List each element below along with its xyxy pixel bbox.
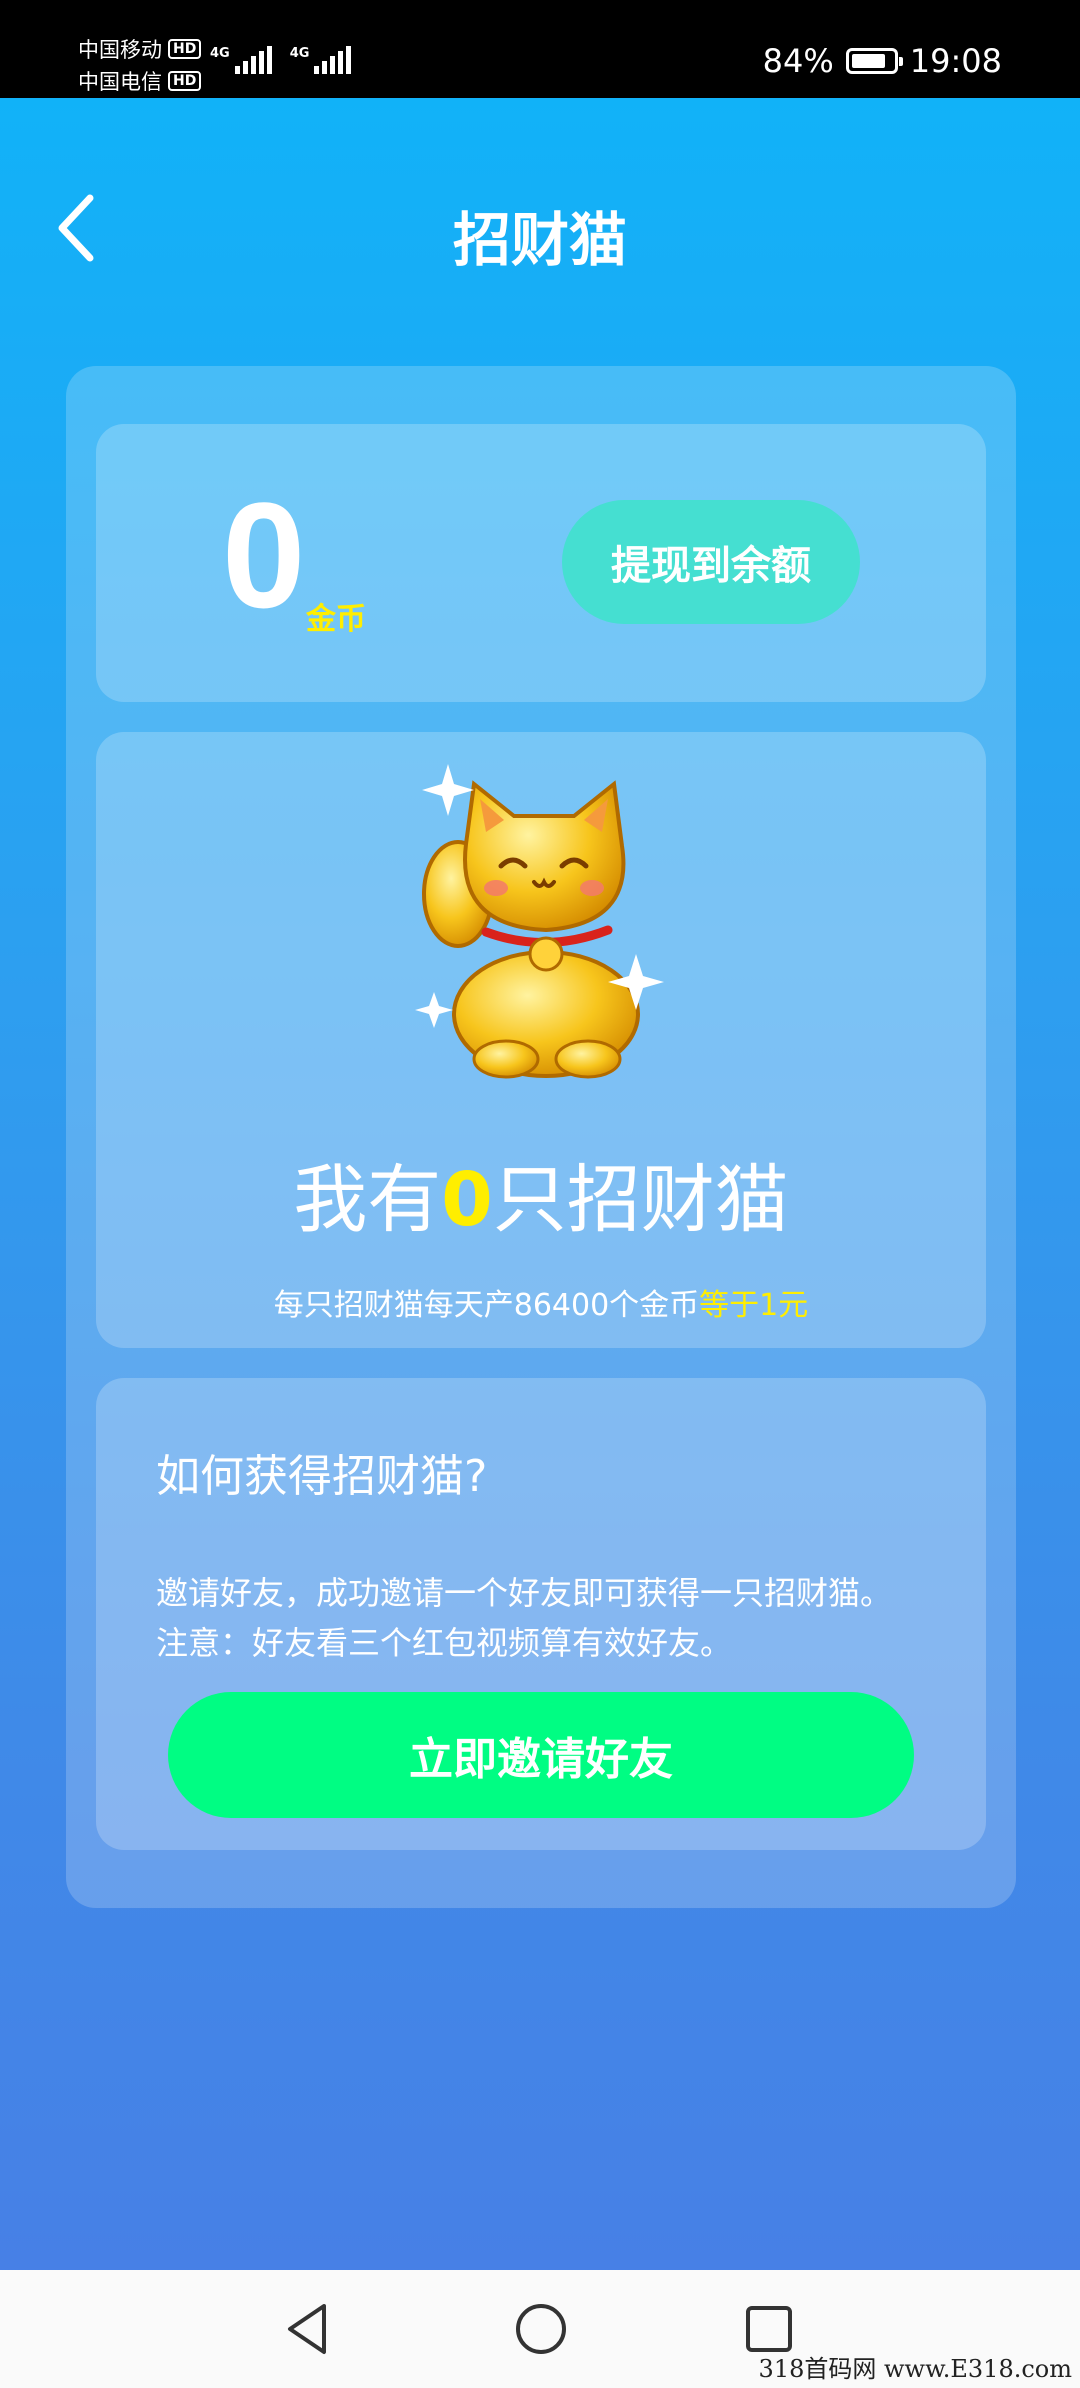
battery-percent: 84% bbox=[762, 42, 834, 80]
balance-panel: 0 金币 提现到余额 bbox=[96, 424, 986, 702]
coin-unit: 金币 bbox=[306, 602, 366, 637]
signal-icon: 4G bbox=[210, 46, 272, 74]
withdraw-button[interactable]: 提现到余额 bbox=[562, 500, 860, 624]
cat-description: 每只招财猫每天产86400个金币等于1元 bbox=[96, 1280, 986, 1324]
status-right: 84% 19:08 bbox=[763, 42, 1002, 80]
main-card: 0 金币 提现到余额 我有0只招财猫 每只招财猫每天产86400个金币等于1元 … bbox=[66, 366, 1016, 1908]
how-panel: 如何获得招财猫? 邀请好友，成功邀请一个好友即可获得一只招财猫。 注意：好友看三… bbox=[96, 1378, 986, 1850]
app-screen: 招财猫 0 金币 提现到余额 我有0只招财猫 每只招财猫每天产86400个金币等… bbox=[0, 98, 1080, 2270]
cat-count: 0 bbox=[441, 1157, 493, 1243]
cat-count-suffix: 只招财猫 bbox=[492, 1157, 789, 1243]
page-title: 招财猫 bbox=[452, 206, 627, 274]
network-type-1: 4G bbox=[210, 46, 230, 61]
cat-count-line: 我有0只招财猫 bbox=[96, 1140, 986, 1247]
status-bar: 中国移动 HD 中国电信 HD 4G 4G 84% 19:08 bbox=[0, 0, 1080, 98]
coin-balance: 0 bbox=[222, 471, 306, 639]
nav-home-button[interactable] bbox=[510, 2298, 572, 2360]
signal-indicators: 4G 4G bbox=[210, 46, 352, 74]
carrier-1-name: 中国移动 bbox=[78, 38, 162, 62]
hd-badge-1: HD bbox=[168, 39, 202, 59]
how-title: 如何获得招财猫? bbox=[156, 1451, 488, 1502]
watermark: 318首码网 www.E318.com bbox=[758, 2355, 1072, 2383]
carrier-2-name: 中国电信 bbox=[78, 70, 162, 94]
hd-badge-2: HD bbox=[168, 71, 202, 91]
rule-1: 邀请好友，成功邀请一个好友即可获得一只招财猫。 bbox=[156, 1574, 893, 1612]
cat-panel: 我有0只招财猫 每只招财猫每天产86400个金币等于1元 bbox=[96, 732, 986, 1348]
carrier-1: 中国移动 HD bbox=[78, 34, 202, 64]
battery-icon bbox=[845, 48, 903, 74]
cat-desc-highlight: 等于1元 bbox=[699, 1288, 809, 1323]
rules-text: 邀请好友，成功邀请一个好友即可获得一只招财猫。 注意：好友看三个红包视频算有效好… bbox=[156, 1568, 892, 1668]
invite-button[interactable]: 立即邀请好友 bbox=[168, 1692, 914, 1818]
carrier-2: 中国电信 HD bbox=[78, 66, 202, 96]
clock: 19:08 bbox=[909, 42, 1002, 80]
nav-back-button[interactable] bbox=[278, 2298, 340, 2360]
navigation-bar: 318首码网 www.E318.com bbox=[0, 2270, 1080, 2388]
lucky-cat-icon bbox=[415, 764, 664, 1079]
cat-desc-main: 每只招财猫每天产86400个金币 bbox=[273, 1288, 700, 1323]
signal-icon: 4G bbox=[290, 46, 352, 74]
network-type-2: 4G bbox=[289, 46, 310, 61]
triangle-back-icon bbox=[288, 2304, 326, 2354]
circle-home-icon bbox=[516, 2304, 566, 2354]
cat-count-prefix: 我有 bbox=[293, 1157, 442, 1243]
rule-2: 注意：好友看三个红包视频算有效好友。 bbox=[156, 1624, 733, 1662]
